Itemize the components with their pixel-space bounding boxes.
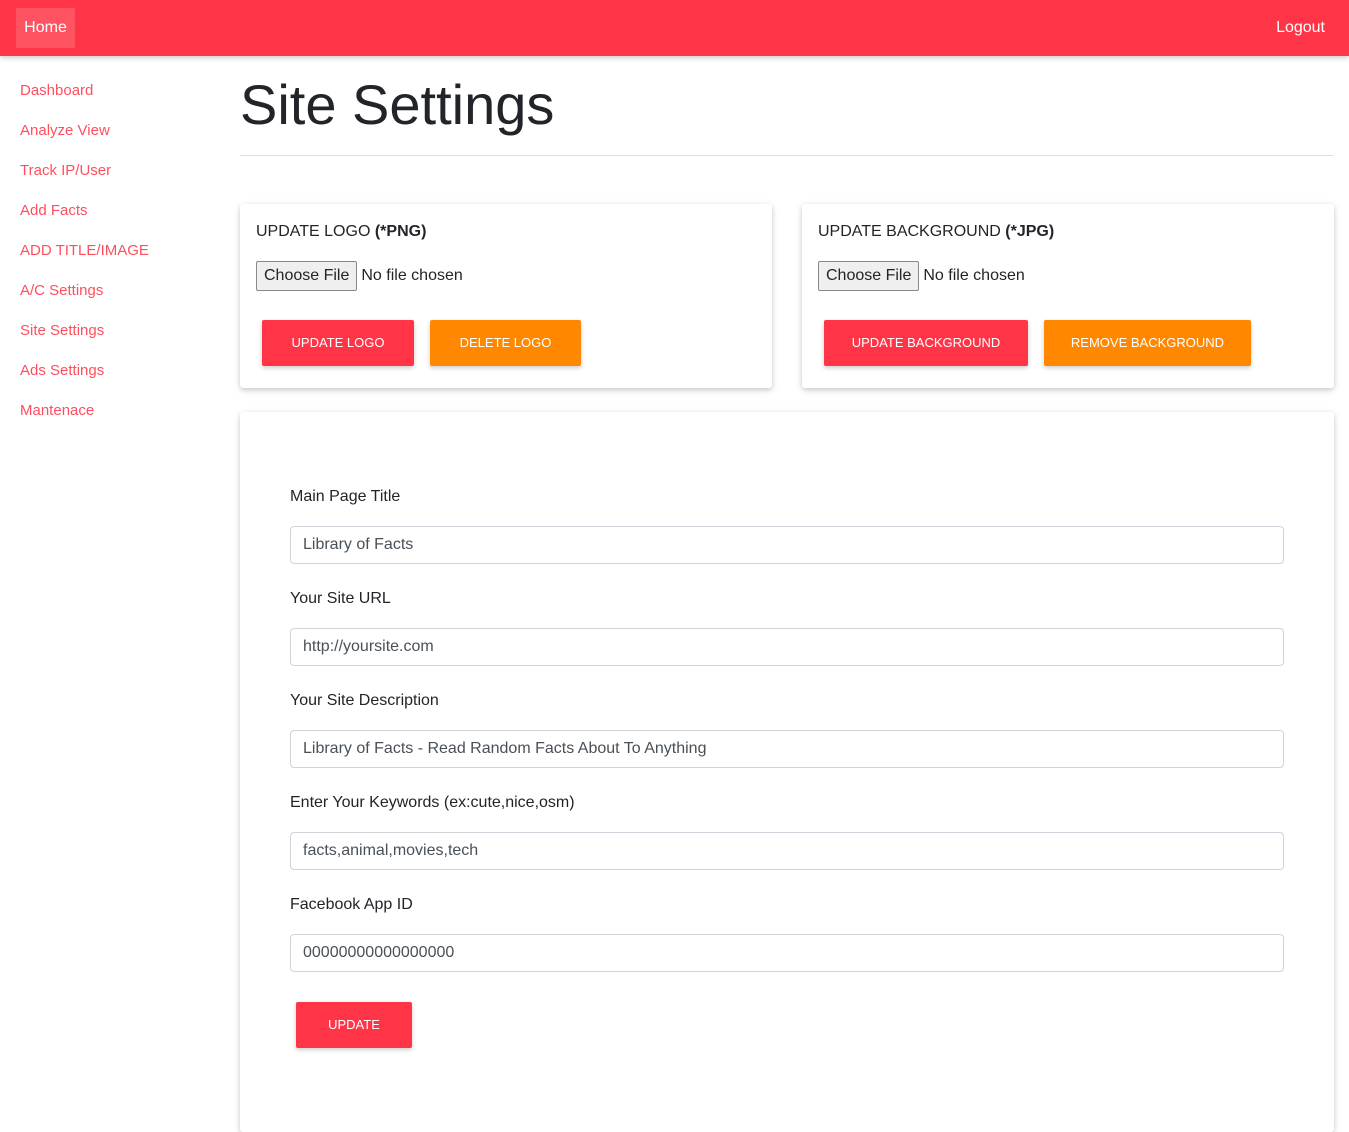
main-title-input[interactable]: Library of Facts: [290, 526, 1284, 564]
choose-file-button[interactable]: Choose File: [818, 261, 920, 291]
sidebar-item-add-title-image[interactable]: ADD TITLE/IMAGE: [20, 231, 149, 271]
site-description-input[interactable]: Library of Facts - Read Random Facts Abo…: [290, 730, 1284, 768]
card-title-format: (*PNG): [374, 223, 427, 240]
update-background-button[interactable]: UPDATE BACKGROUND: [824, 320, 1028, 366]
sidebar-item-dashboard[interactable]: Dashboard: [20, 71, 149, 111]
sidebar-item-ads-settings[interactable]: Ads Settings: [20, 351, 149, 391]
logout-link[interactable]: Logout: [1276, 8, 1325, 48]
facebook-app-id-input[interactable]: 00000000000000000: [290, 934, 1284, 972]
keywords-label: Enter Your Keywords (ex:cute,nice,osm): [290, 794, 575, 811]
keywords-input[interactable]: facts,animal,movies,tech: [290, 832, 1284, 870]
sidebar-item-maintenance[interactable]: Mantenace: [20, 391, 149, 431]
card-title: UPDATE LOGO (*PNG): [256, 223, 426, 241]
site-settings-form: Main Page Title Library of Facts Your Si…: [240, 412, 1334, 1132]
site-description-label: Your Site Description: [290, 692, 439, 709]
sidebar-item-site-settings[interactable]: Site Settings: [20, 311, 149, 351]
card-title-text: UPDATE BACKGROUND: [818, 223, 1006, 240]
facebook-app-id-label: Facebook App ID: [290, 896, 413, 913]
main-title-label: Main Page Title: [290, 488, 401, 505]
update-button[interactable]: UPDATE: [296, 1002, 412, 1048]
file-status: No file chosen: [361, 267, 463, 284]
page-title: Site Settings: [240, 73, 555, 136]
logo-file-input[interactable]: Choose File No file chosen: [256, 261, 463, 291]
divider: [240, 155, 1334, 156]
sidebar-item-add-facts[interactable]: Add Facts: [20, 191, 149, 231]
site-url-label: Your Site URL: [290, 590, 391, 607]
site-url-input[interactable]: http://yoursite.com: [290, 628, 1284, 666]
choose-file-button[interactable]: Choose File: [256, 261, 358, 291]
sidebar: Dashboard Analyze View Track IP/User Add…: [20, 71, 149, 431]
background-file-input[interactable]: Choose File No file chosen: [818, 261, 1025, 291]
card-title-format: (*JPG): [1005, 223, 1055, 240]
sidebar-item-ac-settings[interactable]: A/C Settings: [20, 271, 149, 311]
update-logo-button[interactable]: UPDATE LOGO: [262, 320, 414, 366]
card-title: UPDATE BACKGROUND (*JPG): [818, 223, 1054, 241]
update-background-card: UPDATE BACKGROUND (*JPG) Choose File No …: [802, 204, 1334, 388]
update-logo-card: UPDATE LOGO (*PNG) Choose File No file c…: [240, 204, 772, 388]
delete-logo-button[interactable]: DELETE LOGO: [430, 320, 581, 366]
top-navbar: Home Logout: [0, 0, 1349, 56]
home-link[interactable]: Home: [16, 8, 75, 48]
file-status: No file chosen: [923, 267, 1025, 284]
card-title-text: UPDATE LOGO: [256, 223, 375, 240]
sidebar-item-analyze-view[interactable]: Analyze View: [20, 111, 149, 151]
remove-background-button[interactable]: REMOVE BACKGROUND: [1044, 320, 1251, 366]
sidebar-item-track-ip[interactable]: Track IP/User: [20, 151, 149, 191]
